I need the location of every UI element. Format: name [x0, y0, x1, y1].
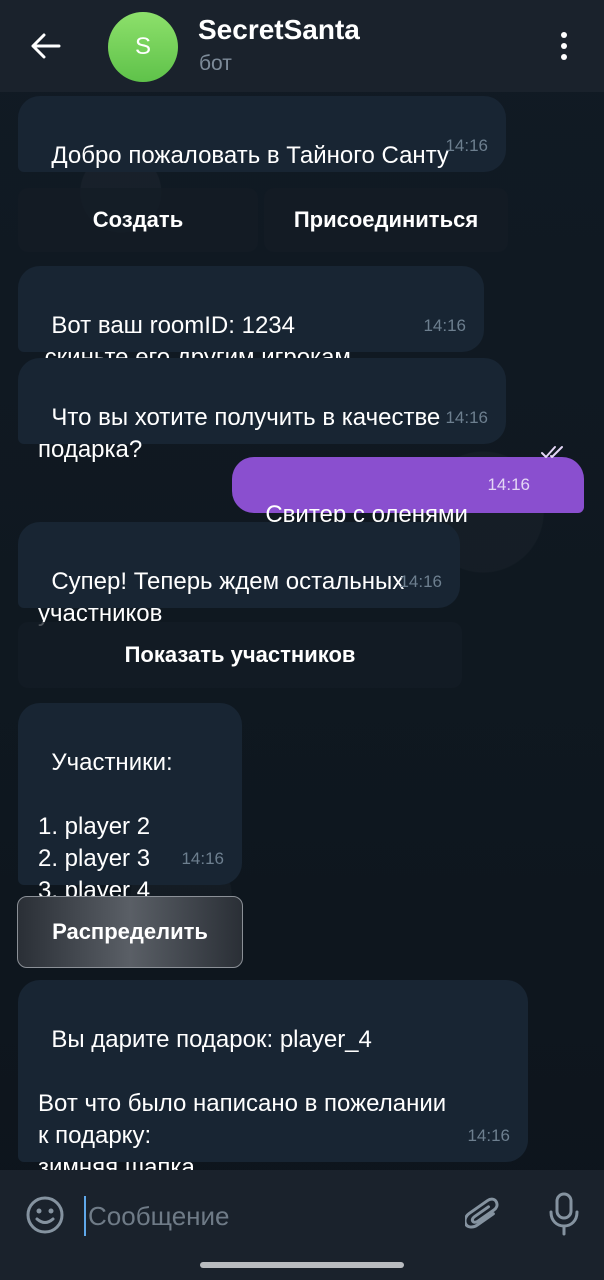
distribute-button[interactable]: Распределить	[17, 896, 243, 968]
message-text: Добро пожаловать в Тайного Санту	[51, 142, 449, 169]
message-bubble[interactable]: Вот ваш roomID: 1234 скиньте его другим …	[18, 266, 484, 371]
double-check-icon	[513, 405, 568, 501]
avatar[interactable]: S	[108, 12, 178, 82]
outgoing-message-bubble[interactable]: Свитер с оленями 14:16	[232, 446, 584, 528]
join-button[interactable]: Присоединиться	[264, 188, 508, 252]
microphone-icon[interactable]	[542, 1188, 586, 1240]
message-time: 14:16	[423, 316, 466, 335]
avatar-letter: S	[134, 33, 151, 60]
chat-title[interactable]: SecretSanta	[198, 14, 360, 46]
gesture-handle[interactable]	[200, 1262, 404, 1268]
back-arrow-icon[interactable]	[24, 26, 68, 66]
message-text: Вы дарите подарок: player_4 Вот что было…	[38, 1026, 447, 1181]
message-bubble[interactable]: Добро пожаловать в Тайного Санту 14:16	[18, 96, 506, 172]
message-time: 14:16	[181, 849, 224, 868]
more-vertical-icon[interactable]	[550, 26, 578, 66]
create-button[interactable]: Создать	[18, 188, 258, 252]
message-time: 14:16	[399, 572, 442, 591]
show-participants-label: Показать участников	[124, 642, 356, 667]
chat-header: S SecretSanta бот	[0, 0, 604, 92]
chat-subtitle: бот	[199, 52, 232, 75]
emoji-icon[interactable]	[22, 1192, 68, 1238]
message-bubble[interactable]: Супер! Теперь ждем остальных участников …	[18, 522, 460, 627]
message-time: 14:16	[445, 136, 488, 155]
message-time: 14:16	[445, 408, 488, 427]
join-button-label: Присоединиться	[293, 207, 479, 232]
message-text: Участники: 1. player 2 2. player 3 3. pl…	[38, 749, 173, 904]
attachment-icon[interactable]	[460, 1190, 506, 1240]
show-participants-button[interactable]: Показать участников	[18, 622, 462, 688]
message-bubble[interactable]: Что вы хотите получить в качестве подарк…	[18, 358, 506, 463]
message-bubble[interactable]: Участники: 1. player 2 2. player 3 3. pl…	[18, 703, 242, 904]
distribute-button-label: Распределить	[52, 919, 208, 944]
message-time: 14:16	[467, 1126, 510, 1145]
create-button-label: Создать	[92, 207, 184, 232]
message-bubble[interactable]: Вы дарите подарок: player_4 Вот что было…	[18, 980, 528, 1181]
message-input[interactable]	[84, 1196, 444, 1236]
